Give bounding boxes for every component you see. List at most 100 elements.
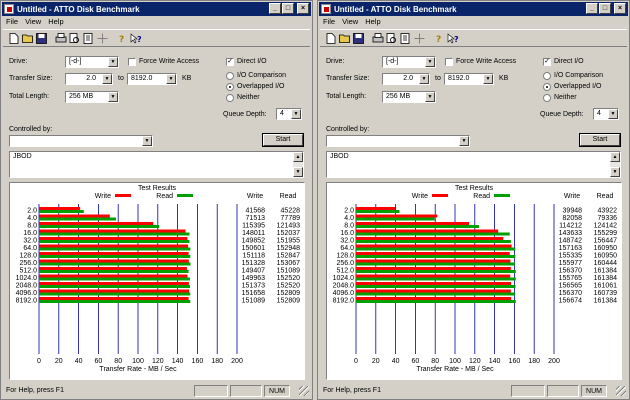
menu-view[interactable]: View <box>25 16 41 28</box>
transfer-to-dropdown-icon[interactable]: ▼ <box>166 74 176 84</box>
minimize-button[interactable]: _ <box>269 3 281 14</box>
force-write-access-checkbox[interactable] <box>445 58 453 66</box>
read-bar <box>356 247 516 251</box>
x-tick-label: 160 <box>509 358 521 365</box>
description-textarea[interactable]: JBOD ▲ ▼ <box>326 151 621 178</box>
maximize-button[interactable]: □ <box>282 3 294 14</box>
category-label: 128.0 <box>336 253 354 260</box>
open-icon[interactable] <box>338 32 351 45</box>
new-icon[interactable] <box>7 32 20 45</box>
total-length-select[interactable]: 256 MB ▼ <box>382 91 436 103</box>
context-help-icon[interactable]: ? <box>446 32 459 45</box>
x-tick-label: 80 <box>431 358 439 365</box>
neither-radio[interactable] <box>543 94 551 102</box>
menu-file[interactable]: File <box>6 16 18 28</box>
drive-select[interactable]: [-d-] ▼ <box>65 56 119 68</box>
start-button[interactable]: Start <box>580 134 620 146</box>
menu-help[interactable]: Help <box>365 16 380 28</box>
legend-write-label: Write <box>412 193 428 200</box>
write-value: 155335 <box>559 253 582 260</box>
open-icon[interactable] <box>21 32 34 45</box>
move-icon[interactable] <box>96 32 109 45</box>
transfer-size-to-select[interactable]: 8192.0 ▼ <box>444 73 494 85</box>
minimize-button[interactable]: _ <box>586 3 598 14</box>
print-preview-icon[interactable] <box>385 32 398 45</box>
transfer-to-dropdown-icon[interactable]: ▼ <box>483 74 493 84</box>
scroll-up-icon[interactable]: ▲ <box>293 152 303 162</box>
overlapped-io-radio[interactable] <box>543 83 551 91</box>
column-write-header: Write <box>247 193 263 200</box>
direct-io-checkbox[interactable]: ✓ <box>226 58 234 66</box>
print-icon[interactable] <box>371 32 384 45</box>
x-tick-label: 0 <box>37 358 41 365</box>
transfer-from-dropdown-icon[interactable]: ▼ <box>102 74 112 84</box>
save-icon[interactable] <box>35 32 48 45</box>
save-icon[interactable] <box>352 32 365 45</box>
print-icon[interactable] <box>54 32 67 45</box>
direct-io-checkbox[interactable]: ✓ <box>543 58 551 66</box>
controlled-by-select[interactable]: ▼ <box>9 135 153 147</box>
description-textarea[interactable]: JBOD ▲ ▼ <box>9 151 304 178</box>
overlapped-io-label: Overlapped I/O <box>554 83 602 90</box>
title-bar[interactable]: Untitled - ATTO Disk Benchmark _ □ × <box>2 2 311 16</box>
controlled-by-dropdown-icon[interactable]: ▼ <box>142 136 152 146</box>
overlapped-io-radio[interactable] <box>226 83 234 91</box>
force-write-access-checkbox[interactable] <box>128 58 136 66</box>
scroll-up-icon[interactable]: ▲ <box>610 152 620 162</box>
queue-depth-value: 4 <box>597 110 601 117</box>
properties-icon[interactable] <box>82 32 95 45</box>
menu-view[interactable]: View <box>342 16 358 28</box>
category-label: 2048.0 <box>16 283 38 290</box>
read-value: 152948 <box>277 245 300 252</box>
total-length-dropdown-icon[interactable]: ▼ <box>425 92 435 102</box>
print-preview-icon[interactable] <box>68 32 81 45</box>
start-button[interactable]: Start <box>263 134 303 146</box>
help-icon[interactable]: ? <box>115 32 128 45</box>
write-value: 151373 <box>242 283 265 290</box>
transfer-from-dropdown-icon[interactable]: ▼ <box>419 74 429 84</box>
total-length-select[interactable]: 256 MB ▼ <box>65 91 119 103</box>
total-length-value: 256 MB <box>386 93 411 100</box>
controlled-by-dropdown-icon[interactable]: ▼ <box>459 136 469 146</box>
close-button[interactable]: × <box>614 3 626 14</box>
transfer-size-to-select[interactable]: 8192.0 ▼ <box>127 73 177 85</box>
write-value: 157163 <box>559 245 582 252</box>
app-icon[interactable] <box>321 4 331 14</box>
menu-help[interactable]: Help <box>48 16 63 28</box>
queue-depth-dropdown-icon[interactable]: ▼ <box>291 109 301 119</box>
total-length-dropdown-icon[interactable]: ▼ <box>108 92 118 102</box>
controlled-by-select[interactable]: ▼ <box>326 135 470 147</box>
scroll-down-icon[interactable]: ▼ <box>293 167 303 177</box>
new-icon[interactable] <box>324 32 337 45</box>
drive-select[interactable]: [-d-] ▼ <box>382 56 436 68</box>
category-label: 1024.0 <box>16 275 38 282</box>
scroll-down-icon[interactable]: ▼ <box>610 167 620 177</box>
drive-dropdown-icon[interactable]: ▼ <box>425 57 435 67</box>
close-button[interactable]: × <box>297 3 309 14</box>
title-bar[interactable]: Untitled - ATTO Disk Benchmark _ □ × <box>319 2 628 16</box>
resize-grip-icon[interactable] <box>616 386 626 396</box>
category-label: 32.0 <box>23 238 37 245</box>
queue-depth-dropdown-icon[interactable]: ▼ <box>608 109 618 119</box>
io-comparison-radio[interactable] <box>543 72 551 80</box>
category-label: 2048.0 <box>333 283 355 290</box>
maximize-button[interactable]: □ <box>599 3 611 14</box>
description-scrollbar[interactable]: ▲ ▼ <box>610 152 620 177</box>
x-tick-label: 0 <box>354 358 358 365</box>
transfer-size-from-select[interactable]: 2.0 ▼ <box>382 73 430 85</box>
move-icon[interactable] <box>413 32 426 45</box>
context-help-icon[interactable]: ? <box>129 32 142 45</box>
properties-icon[interactable] <box>399 32 412 45</box>
queue-depth-select[interactable]: 4 ▼ <box>593 108 619 120</box>
transfer-size-from-select[interactable]: 2.0 ▼ <box>65 73 113 85</box>
menu-file[interactable]: File <box>323 16 335 28</box>
neither-radio[interactable] <box>226 94 234 102</box>
drive-dropdown-icon[interactable]: ▼ <box>108 57 118 67</box>
app-icon[interactable] <box>4 4 14 14</box>
io-comparison-radio[interactable] <box>226 72 234 80</box>
resize-grip-icon[interactable] <box>299 386 309 396</box>
category-label: 512.0 <box>19 268 37 275</box>
description-scrollbar[interactable]: ▲ ▼ <box>293 152 303 177</box>
queue-depth-select[interactable]: 4 ▼ <box>276 108 302 120</box>
help-icon[interactable]: ? <box>432 32 445 45</box>
